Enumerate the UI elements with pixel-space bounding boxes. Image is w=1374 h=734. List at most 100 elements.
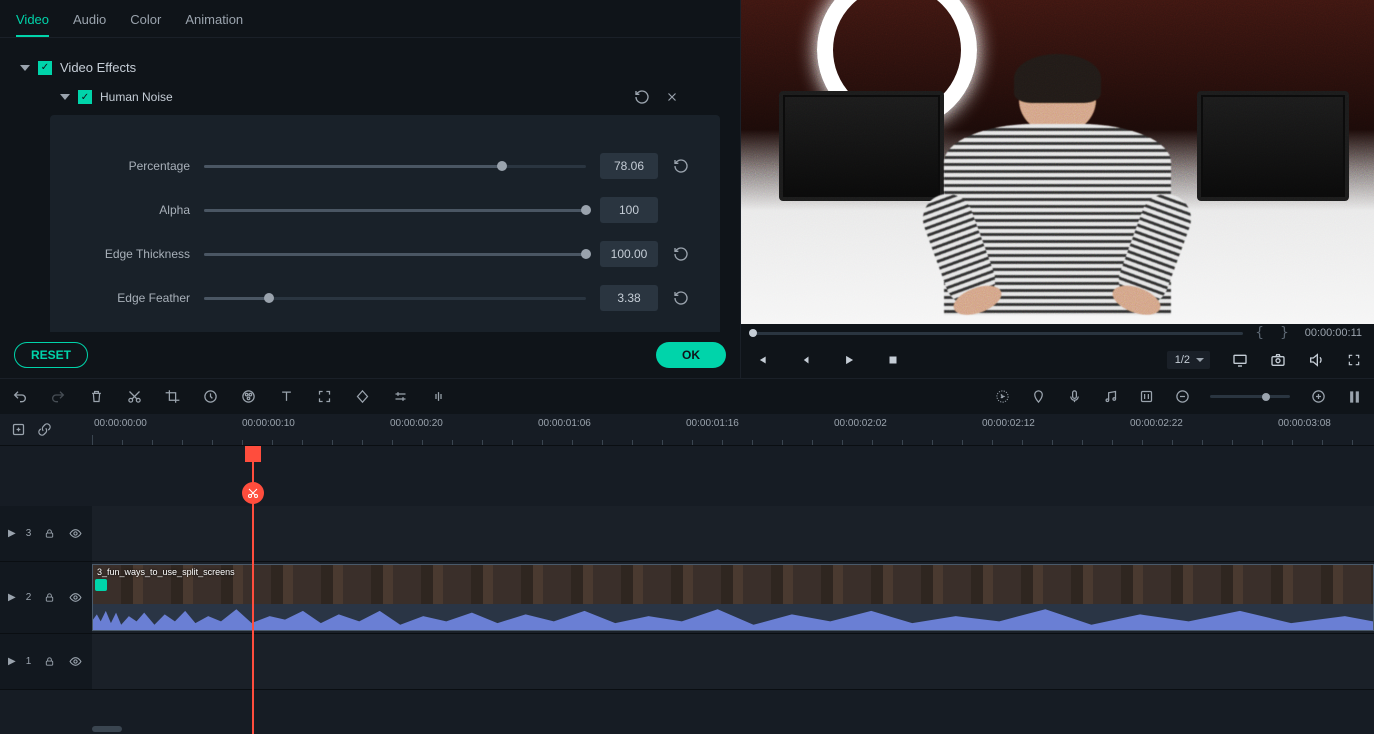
color-icon[interactable] (240, 389, 256, 405)
marker-icon[interactable] (1030, 389, 1046, 405)
group-label: Video Effects (60, 60, 136, 75)
eye-icon[interactable] (67, 526, 83, 542)
timeline-scrollbar[interactable] (92, 726, 122, 732)
close-icon[interactable] (664, 89, 680, 105)
crop-icon[interactable] (164, 389, 180, 405)
link-icon[interactable] (36, 422, 52, 438)
reset-button[interactable]: RESET (14, 342, 88, 368)
track-type-icon: ▶ (8, 656, 16, 667)
track-2-content[interactable]: 3_fun_ways_to_use_split_screens (92, 562, 1374, 633)
text-icon[interactable] (278, 389, 294, 405)
undo-icon[interactable] (12, 389, 28, 405)
tick-label: 00:00:02:02 (834, 418, 887, 429)
tab-video[interactable]: Video (16, 4, 49, 37)
tab-audio[interactable]: Audio (73, 4, 106, 37)
effect-tabs: Video Audio Color Animation (0, 0, 740, 38)
track-label: 1 (26, 656, 32, 667)
stop-icon[interactable] (885, 352, 901, 368)
display-icon[interactable] (1232, 352, 1248, 368)
fit-icon[interactable] (1346, 389, 1362, 405)
split-icon[interactable] (242, 482, 264, 504)
track-1-content[interactable] (92, 634, 1374, 689)
lock-icon[interactable] (41, 654, 57, 670)
tick-label: 00:00:03:08 (1278, 418, 1331, 429)
track-type-icon: ▶ (8, 528, 16, 539)
clip-effect-badge[interactable] (95, 579, 107, 591)
adjust-icon[interactable] (392, 389, 408, 405)
microphone-icon[interactable] (1066, 389, 1082, 405)
step-back-icon[interactable] (797, 352, 813, 368)
tick-label: 00:00:02:12 (982, 418, 1035, 429)
param-label-edge-feather: Edge Feather (60, 291, 190, 305)
music-icon[interactable] (1102, 389, 1118, 405)
zoom-slider[interactable] (1210, 395, 1290, 398)
preview-panel: { } 00:00:00:11 1/2 (740, 0, 1374, 378)
delete-icon[interactable] (88, 389, 104, 405)
clip-label: 3_fun_ways_to_use_split_screens (97, 567, 235, 577)
zoom-in-icon[interactable] (1310, 389, 1326, 405)
timeline-toolbar (0, 378, 1374, 414)
caret-down-icon[interactable] (60, 94, 70, 100)
effect-params: Percentage 78.06 Alpha 100 Edge (50, 115, 720, 332)
track-label: 2 (26, 592, 32, 603)
param-label-edge-thickness: Edge Thickness (60, 247, 190, 261)
reset-percentage-icon[interactable] (672, 157, 690, 175)
track-label: 3 (26, 528, 32, 539)
reset-effect-icon[interactable] (634, 89, 650, 105)
preview-viewport[interactable] (741, 0, 1374, 324)
tick-label: 00:00:01:16 (686, 418, 739, 429)
value-edge-feather[interactable]: 3.38 (600, 285, 658, 311)
audio-wave-icon[interactable] (430, 389, 446, 405)
render-icon[interactable] (994, 389, 1010, 405)
reset-edge-feather-icon[interactable] (672, 289, 690, 307)
group-video-effects[interactable]: ✓ Video Effects (20, 60, 720, 75)
track-type-icon: ▶ (8, 592, 16, 603)
slider-edge-thickness[interactable] (204, 253, 586, 256)
prev-frame-icon[interactable] (753, 352, 769, 368)
checkbox-video-effects[interactable]: ✓ (38, 61, 52, 75)
effect-label: Human Noise (100, 90, 173, 104)
tick-label: 00:00:01:06 (538, 418, 591, 429)
param-label-alpha: Alpha (60, 203, 190, 217)
value-edge-thickness[interactable]: 100.00 (600, 241, 658, 267)
speed-icon[interactable] (202, 389, 218, 405)
redo-icon[interactable] (50, 389, 66, 405)
snapshot-icon[interactable] (1270, 352, 1286, 368)
playhead[interactable] (252, 446, 254, 734)
tick-label: 00:00:00:00 (94, 418, 147, 429)
tick-label: 00:00:02:22 (1130, 418, 1183, 429)
lock-icon[interactable] (41, 526, 57, 542)
scrub-track[interactable] (753, 332, 1243, 335)
volume-icon[interactable] (1308, 352, 1324, 368)
ruler[interactable]: 00:00:00:00 00:00:00:10 00:00:00:20 00:0… (92, 414, 1374, 445)
timecode-display: 00:00:00:11 (1305, 327, 1362, 339)
video-clip[interactable]: 3_fun_ways_to_use_split_screens (92, 564, 1374, 631)
scissors-icon[interactable] (126, 389, 142, 405)
mixer-icon[interactable] (1138, 389, 1154, 405)
keyframe-icon[interactable] (354, 389, 370, 405)
add-track-icon[interactable] (10, 422, 26, 438)
tab-color[interactable]: Color (130, 4, 161, 37)
zoom-select[interactable]: 1/2 (1167, 351, 1210, 369)
eye-icon[interactable] (67, 590, 83, 606)
eye-icon[interactable] (67, 654, 83, 670)
expand-icon[interactable] (316, 389, 332, 405)
value-percentage[interactable]: 78.06 (600, 153, 658, 179)
slider-alpha[interactable] (204, 209, 586, 212)
audio-waveform (93, 604, 1373, 630)
in-out-markers[interactable]: { } (1255, 325, 1292, 341)
lock-icon[interactable] (41, 590, 57, 606)
play-icon[interactable] (841, 352, 857, 368)
fullscreen-icon[interactable] (1346, 352, 1362, 368)
checkbox-human-noise[interactable]: ✓ (78, 90, 92, 104)
reset-edge-thickness-icon[interactable] (672, 245, 690, 263)
tab-animation[interactable]: Animation (185, 4, 243, 37)
track-3-content[interactable] (92, 506, 1374, 561)
tick-label: 00:00:00:20 (390, 418, 443, 429)
zoom-out-icon[interactable] (1174, 389, 1190, 405)
slider-edge-feather[interactable] (204, 297, 586, 300)
value-alpha[interactable]: 100 (600, 197, 658, 223)
caret-down-icon[interactable] (20, 65, 30, 71)
ok-button[interactable]: OK (656, 342, 726, 368)
slider-percentage[interactable] (204, 165, 586, 168)
